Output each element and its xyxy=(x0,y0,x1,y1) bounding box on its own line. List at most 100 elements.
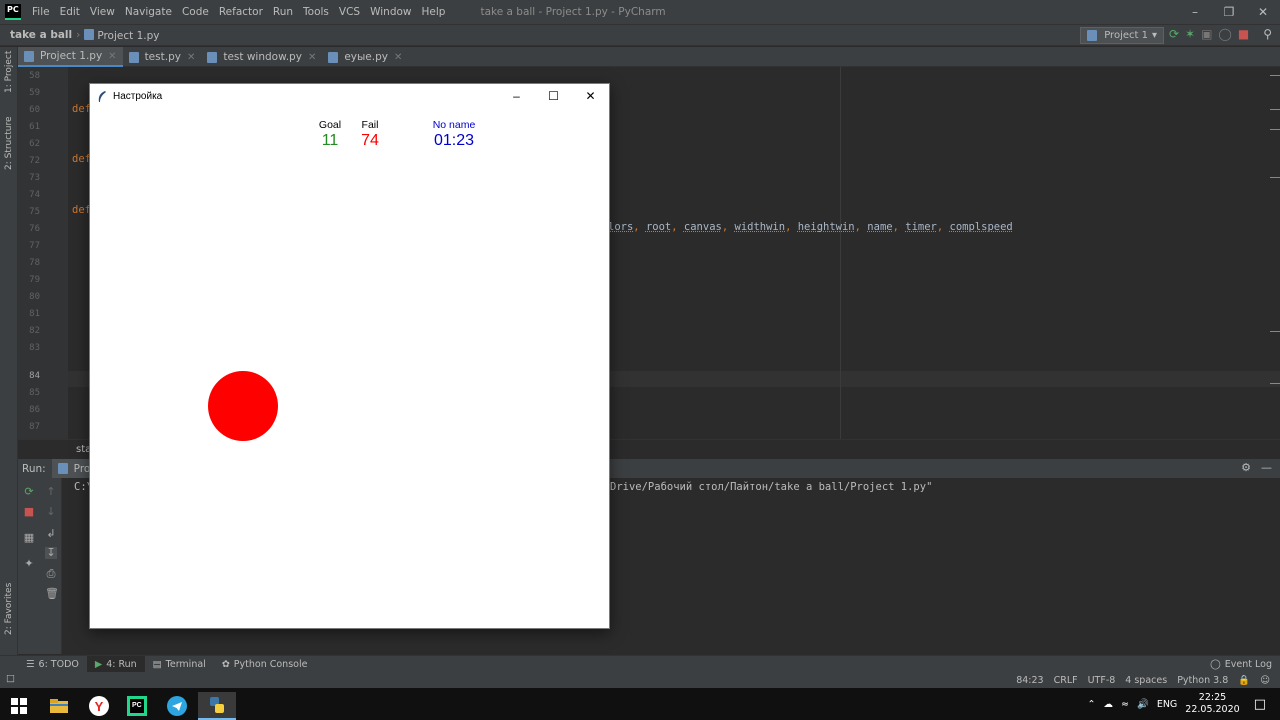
line-number: 86 xyxy=(29,405,40,415)
tab-test[interactable]: test.py ✕ xyxy=(123,47,202,67)
line-separator[interactable]: CRLF xyxy=(1054,675,1078,686)
pin-icon[interactable]: ✦ xyxy=(23,558,35,570)
minimize-icon[interactable]: – xyxy=(498,84,535,109)
profile-icon[interactable]: ◯ xyxy=(1218,27,1231,41)
volume-icon[interactable]: 🔊 xyxy=(1137,699,1149,710)
ide-window-controls: – ❐ ✕ xyxy=(1178,0,1280,24)
event-log-icon: ◯ xyxy=(1210,659,1221,670)
play-icon: ▶ xyxy=(94,658,103,670)
search-icon[interactable]: ⚲ xyxy=(1263,27,1272,41)
param-complspeed: complspeed xyxy=(949,221,1013,233)
breadcrumb-file[interactable]: Project 1.py xyxy=(84,28,160,42)
notifications-icon[interactable]: □ xyxy=(1254,697,1266,712)
python-file-icon xyxy=(328,51,339,63)
gear-icon[interactable]: ⚙ xyxy=(1241,461,1251,474)
toggle-panels-icon[interactable]: □ xyxy=(6,673,15,684)
structure-tool-button[interactable]: 2: Structure xyxy=(4,117,14,171)
stop-icon[interactable]: ■ xyxy=(23,506,35,518)
event-log-button[interactable]: ◯ Event Log xyxy=(1210,656,1272,673)
run-config-select[interactable]: Project 1 ▾ xyxy=(1080,27,1164,44)
debug-icon[interactable]: ✶ xyxy=(1185,27,1195,41)
terminal-tool-button[interactable]: ▤ Terminal xyxy=(145,656,214,673)
tab-eyye[interactable]: еуые.py ✕ xyxy=(322,47,408,67)
onedrive-icon[interactable]: ☁ xyxy=(1104,699,1114,710)
pycharm-taskbar-icon[interactable]: PC xyxy=(118,692,156,720)
menu-tools[interactable]: Tools xyxy=(298,6,334,18)
menu-navigate[interactable]: Navigate xyxy=(120,6,177,18)
tab-project-1[interactable]: Project 1.py ✕ xyxy=(18,47,123,67)
menu-bar: File Edit View Navigate Code Refactor Ru… xyxy=(27,6,450,18)
clock[interactable]: 22:25 22.05.2020 xyxy=(1185,692,1239,716)
menu-view[interactable]: View xyxy=(85,6,120,18)
python-interpreter[interactable]: Python 3.8 xyxy=(1177,675,1228,686)
breadcrumb-project[interactable]: take a ball xyxy=(0,29,72,41)
print-icon[interactable]: ⎙ xyxy=(45,568,57,580)
file-explorer-icon[interactable] xyxy=(40,692,78,720)
layout-icon[interactable]: ▦ xyxy=(23,532,35,544)
terminal-label: Terminal xyxy=(165,658,206,670)
file-encoding[interactable]: UTF-8 xyxy=(1088,675,1116,686)
close-tab-icon[interactable]: ✕ xyxy=(108,51,116,62)
down-arrow-icon[interactable]: ↓ xyxy=(45,506,57,518)
soft-wrap-icon[interactable]: ↲ xyxy=(45,528,57,540)
game-canvas[interactable]: Goal 11 Fail 74 No name 01:23 xyxy=(90,109,609,628)
error-stripe[interactable] xyxy=(1270,67,1280,439)
hide-panel-icon[interactable]: — xyxy=(1261,461,1272,474)
close-icon[interactable]: ✕ xyxy=(572,84,609,109)
tk-feather-icon xyxy=(98,90,106,102)
close-tab-icon[interactable]: ✕ xyxy=(394,52,402,63)
close-icon[interactable]: ✕ xyxy=(1246,0,1280,24)
editor-tabs: Project 1.py ✕ test.py ✕ test window.py ✕ е… xyxy=(18,47,1280,67)
rerun-icon[interactable]: ⟳ xyxy=(1169,27,1179,41)
ball[interactable] xyxy=(208,371,278,441)
menu-vcs[interactable]: VCS xyxy=(334,6,365,18)
lock-icon[interactable]: 🔒 xyxy=(1238,675,1250,686)
chevron-up-icon[interactable]: ⌃ xyxy=(1088,699,1096,710)
line-number: 78 xyxy=(29,258,40,268)
menu-refactor[interactable]: Refactor xyxy=(214,6,268,18)
windows-start-icon[interactable] xyxy=(0,692,38,720)
python-console-tool-button[interactable]: ✿ Python Console xyxy=(214,656,316,673)
restore-icon[interactable]: ❐ xyxy=(1212,0,1246,24)
param-root: root xyxy=(645,221,672,233)
telegram-icon[interactable] xyxy=(158,692,196,720)
status-bar: □ 84:23 CRLF UTF-8 4 spaces Python 3.8 🔒… xyxy=(0,672,1280,688)
language-indicator[interactable]: ENG xyxy=(1157,699,1177,710)
maximize-icon[interactable]: ☐ xyxy=(535,84,572,109)
network-icon[interactable]: ≈ xyxy=(1121,699,1129,710)
tk-title-bar[interactable]: Настройка – ☐ ✕ xyxy=(90,84,609,109)
yandex-browser-icon[interactable]: Y xyxy=(80,692,118,720)
favorites-tool-button[interactable]: 2: Favorites xyxy=(4,583,14,635)
trash-icon[interactable]: 🗑 xyxy=(45,588,59,600)
menu-file[interactable]: File xyxy=(27,6,55,18)
tab-label: Project 1.py xyxy=(40,50,103,62)
menu-help[interactable]: Help xyxy=(417,6,451,18)
indent-setting[interactable]: 4 spaces xyxy=(1125,675,1167,686)
minimize-icon[interactable]: – xyxy=(1178,0,1212,24)
line-number: 76 xyxy=(29,224,40,234)
line-number: 60 xyxy=(29,105,40,115)
inspector-icon[interactable]: ☺ xyxy=(1260,675,1270,686)
param-heightwin: heightwin xyxy=(797,221,855,233)
menu-code[interactable]: Code xyxy=(177,6,214,18)
line-number: 83 xyxy=(29,343,40,353)
stop-icon[interactable]: ■ xyxy=(1238,27,1249,41)
up-arrow-icon[interactable]: ↑ xyxy=(45,486,57,498)
scroll-to-end-icon[interactable]: ↧ xyxy=(45,547,57,559)
coverage-icon[interactable]: ▣ xyxy=(1201,27,1212,41)
status-bar-items: 84:23 CRLF UTF-8 4 spaces Python 3.8 🔒 ☺ xyxy=(1016,672,1270,688)
run-tool-button[interactable]: ▶ 4: Run xyxy=(86,655,145,673)
menu-window[interactable]: Window xyxy=(365,6,416,18)
todo-tool-button[interactable]: ☰ 6: TODO xyxy=(18,656,87,673)
project-tool-button[interactable]: 1: Project xyxy=(4,51,14,93)
close-tab-icon[interactable]: ✕ xyxy=(187,52,195,63)
line-number-current: 84 xyxy=(29,371,40,381)
tab-test-window[interactable]: test window.py ✕ xyxy=(201,47,322,67)
line-number: 74 xyxy=(29,190,40,200)
menu-run[interactable]: Run xyxy=(268,6,298,18)
caret-position[interactable]: 84:23 xyxy=(1016,675,1043,686)
close-tab-icon[interactable]: ✕ xyxy=(308,52,316,63)
menu-edit[interactable]: Edit xyxy=(55,6,85,18)
python-taskbar-icon[interactable] xyxy=(198,692,236,720)
rerun-icon[interactable]: ⟳ xyxy=(23,486,35,498)
